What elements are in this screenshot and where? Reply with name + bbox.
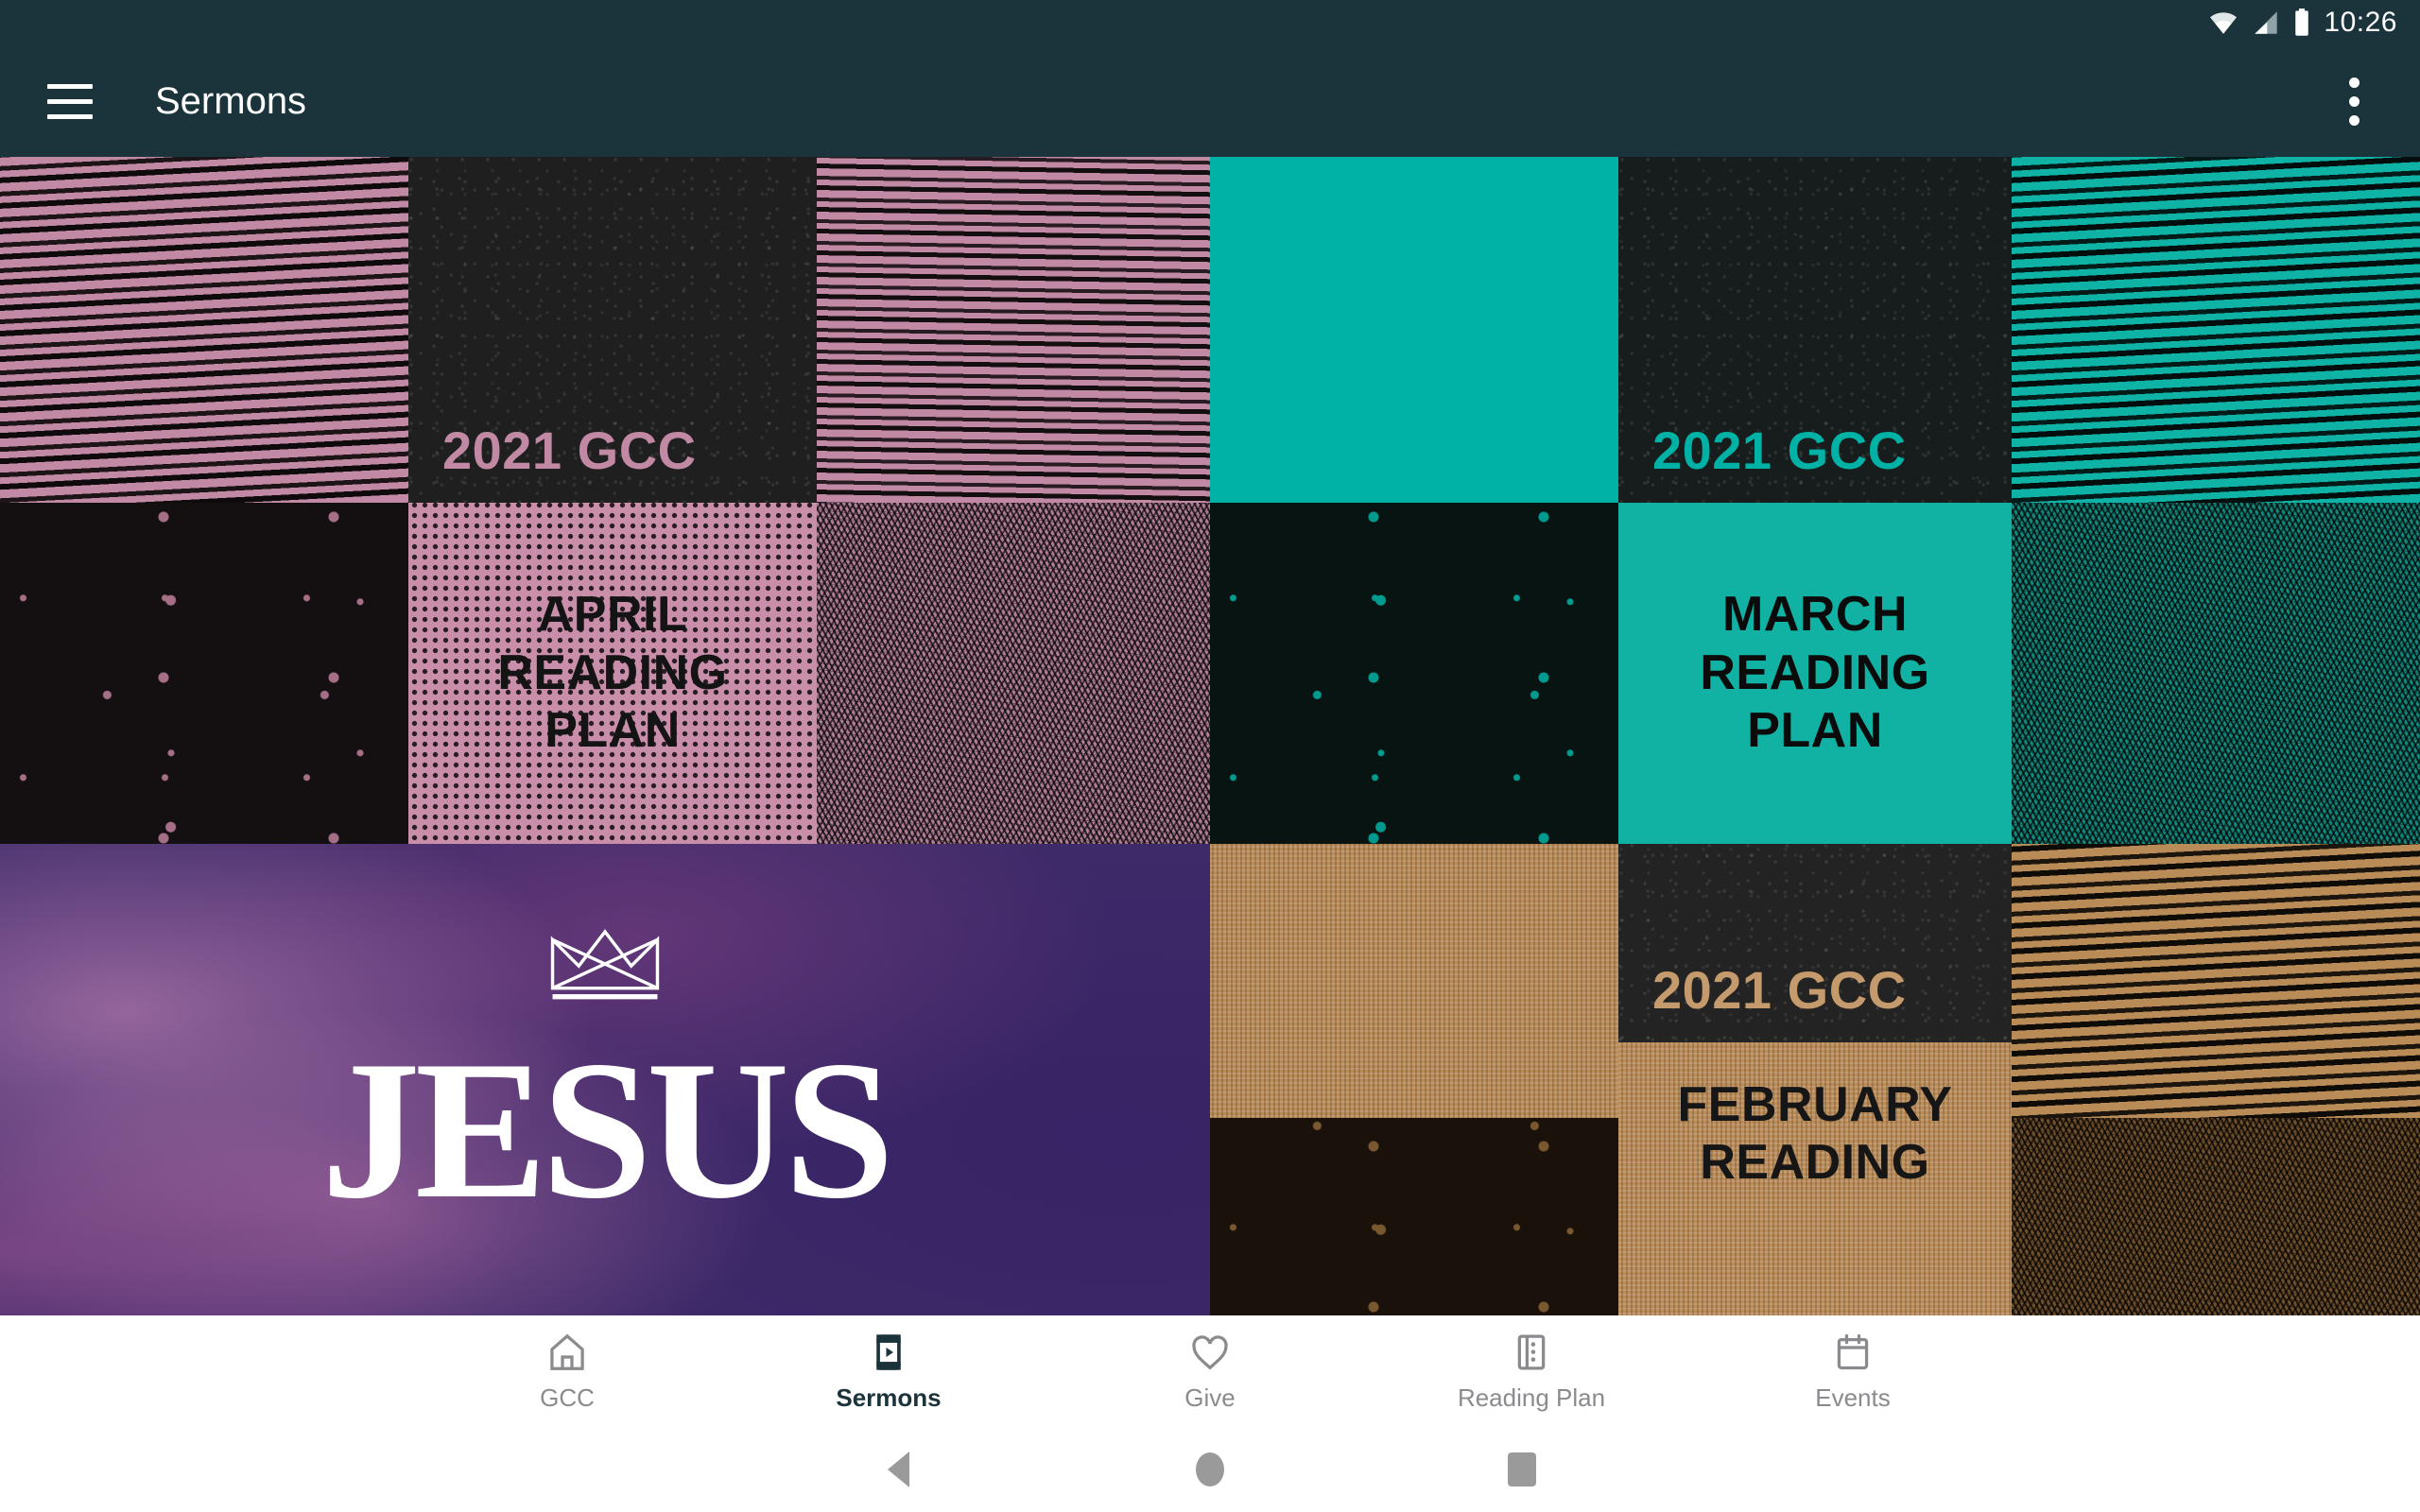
tile-2021-gcc-pink[interactable]: 2021 GCC xyxy=(408,157,817,503)
tile-pink-lines[interactable] xyxy=(0,157,408,503)
sermon-tile-grid[interactable]: 2021 GCC 2021 GCC APRIL READING PLAN MARCH … xyxy=(0,157,2420,1315)
tile-2021-gcc-tan[interactable]: 2021 GCC xyxy=(1618,844,2012,1042)
page-title: Sermons xyxy=(155,79,307,122)
crown-icon xyxy=(550,929,660,1000)
tile-jesus[interactable]: JESUS xyxy=(0,844,1210,1315)
android-system-nav xyxy=(0,1427,2420,1512)
nav-item-events[interactable]: Events xyxy=(1692,1315,2014,1427)
bottom-navigation: GCC Sermons Give Reading Plan Events xyxy=(0,1315,2420,1427)
home-circle-icon[interactable] xyxy=(1054,1427,1366,1512)
tile-march-reading-plan[interactable]: MARCH READING PLAN xyxy=(1618,503,2012,844)
tile-label: 2021 GCC xyxy=(1652,959,1907,1020)
nav-label-give: Give xyxy=(1184,1383,1236,1412)
nav-item-gcc[interactable]: GCC xyxy=(406,1315,728,1427)
nav-label-events: Events xyxy=(1815,1383,1891,1412)
tile-texture xyxy=(817,157,1210,503)
tile-texture xyxy=(2012,844,2420,1118)
more-vert-icon[interactable] xyxy=(2316,63,2392,139)
video-play-icon xyxy=(876,1333,901,1370)
back-triangle-icon[interactable] xyxy=(742,1427,1054,1512)
tile-february-reading[interactable]: FEBRUARY READING xyxy=(1618,1042,2012,1315)
tile-texture xyxy=(1210,844,1618,1118)
tile-dark-tan-specks[interactable] xyxy=(1210,1118,1618,1315)
nav-item-give[interactable]: Give xyxy=(1049,1315,1371,1427)
tile-dark-teal-specks[interactable] xyxy=(1210,503,1618,844)
book-icon xyxy=(1517,1334,1546,1369)
tile-teal-hatch[interactable] xyxy=(2012,503,2420,844)
tile-texture xyxy=(1210,503,1618,844)
tile-texture xyxy=(0,503,408,844)
tile-label: FEBRUARY READING xyxy=(1677,1077,1953,1191)
tile-label: 2021 GCC xyxy=(442,420,697,480)
tile-2021-gcc-teal[interactable]: 2021 GCC xyxy=(1618,157,2012,503)
status-bar: 10:26 xyxy=(0,0,2420,45)
tile-texture xyxy=(2012,157,2420,503)
nav-label-gcc: GCC xyxy=(540,1383,595,1412)
tile-tan-lines[interactable] xyxy=(2012,844,2420,1118)
nav-label-reading-plan: Reading Plan xyxy=(1457,1383,1606,1412)
nav-item-sermons[interactable]: Sermons xyxy=(728,1315,1049,1427)
tile-label: 2021 GCC xyxy=(1652,420,1907,480)
cell-signal-icon xyxy=(2255,11,2278,34)
hamburger-menu-icon[interactable] xyxy=(25,56,115,146)
status-clock: 10:26 xyxy=(2324,7,2397,38)
tile-texture xyxy=(1210,1118,1618,1315)
tile-label: JESUS xyxy=(320,1020,894,1240)
tile-dark-pink-specks[interactable] xyxy=(0,503,408,844)
tile-pink-hatch[interactable] xyxy=(817,503,1210,844)
calendar-icon xyxy=(1837,1333,1869,1369)
nav-label-sermons: Sermons xyxy=(836,1383,942,1412)
tile-teal-solid[interactable] xyxy=(1210,157,1618,503)
tile-texture xyxy=(2012,1118,2420,1315)
recent-square-icon[interactable] xyxy=(1366,1427,1678,1512)
tile-pink-lines-2[interactable] xyxy=(817,157,1210,503)
heart-icon xyxy=(1192,1334,1228,1369)
tile-tan-hatch[interactable] xyxy=(2012,1118,2420,1315)
tile-texture xyxy=(0,157,408,503)
nav-item-reading-plan[interactable]: Reading Plan xyxy=(1371,1315,1692,1427)
tile-label: APRIL READING PLAN xyxy=(497,587,728,759)
tile-label: MARCH READING PLAN xyxy=(1700,587,1930,759)
tile-texture xyxy=(2012,503,2420,844)
tile-tan-weave[interactable] xyxy=(1210,844,1618,1118)
tile-texture xyxy=(817,503,1210,844)
home-icon xyxy=(550,1333,584,1370)
tile-teal-lines[interactable] xyxy=(2012,157,2420,503)
wifi-icon xyxy=(2210,12,2238,34)
app-bar: Sermons xyxy=(0,45,2420,157)
tile-april-reading-plan[interactable]: APRIL READING PLAN xyxy=(408,503,817,844)
battery-icon xyxy=(2295,9,2309,36)
